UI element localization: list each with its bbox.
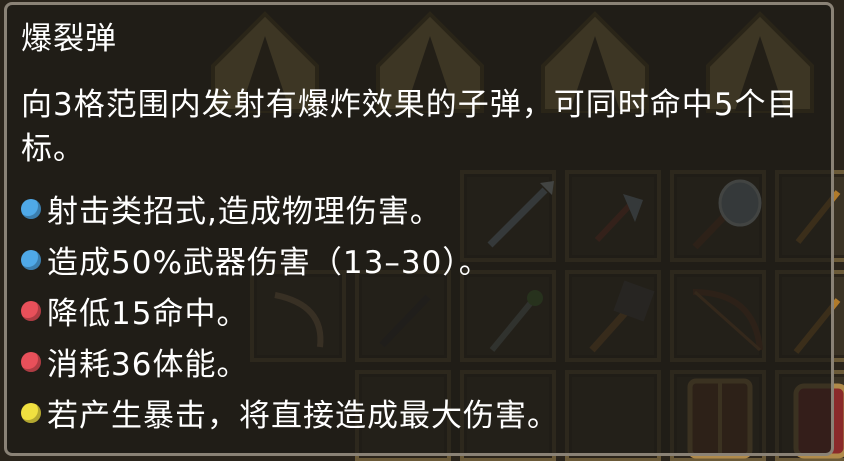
red-dot-icon [21, 351, 41, 372]
yellow-dot-icon [21, 402, 41, 423]
effect-item: 降低15命中。 [21, 285, 559, 336]
game-scene: 爆裂弹 向3格范围内发射有爆炸效果的子弹，可同时命中5个目标。 射击类招式,造成… [0, 0, 844, 461]
effect-text: 造成50%武器伤害（13–30）。 [47, 245, 491, 281]
effect-item: 若产生暴击，将直接造成最大伤害。 [21, 387, 559, 438]
effect-text: 若产生暴击，将直接造成最大伤害。 [47, 398, 559, 434]
effect-text: 消耗36体能。 [47, 347, 249, 383]
effect-item: 造成50%武器伤害（13–30）。 [21, 234, 559, 285]
skill-title: 爆裂弹 [21, 21, 117, 57]
blue-dot-icon [21, 249, 41, 270]
effect-item: 消耗36体能。 [21, 336, 559, 387]
red-dot-icon [21, 300, 41, 321]
blue-dot-icon [21, 198, 41, 219]
effect-item: 射击类招式,造成物理伤害。 [21, 183, 559, 234]
skill-tooltip: 爆裂弹 向3格范围内发射有爆炸效果的子弹，可同时命中5个目标。 射击类招式,造成… [4, 2, 834, 456]
skill-description: 向3格范围内发射有爆炸效果的子弹，可同时命中5个目标。 [21, 87, 799, 167]
skill-effects-list: 射击类招式,造成物理伤害。 造成50%武器伤害（13–30）。 降低15命中。 … [21, 183, 559, 438]
effect-text: 降低15命中。 [47, 296, 249, 332]
effect-text: 射击类招式,造成物理伤害。 [47, 194, 442, 230]
